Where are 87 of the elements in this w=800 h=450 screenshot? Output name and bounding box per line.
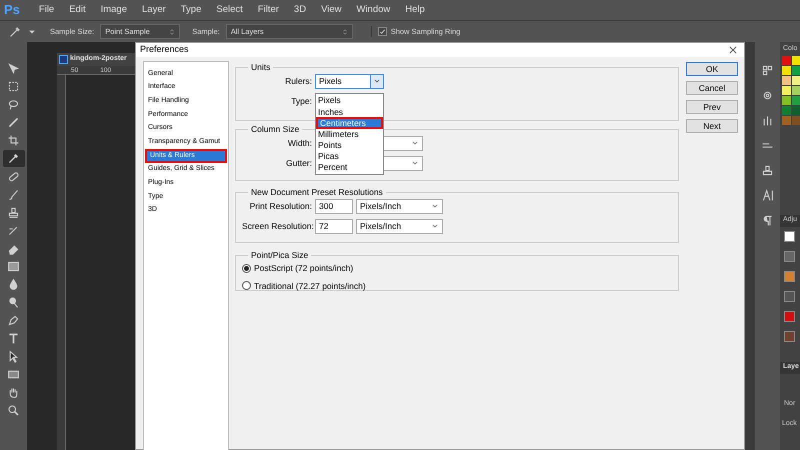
color-swatch[interactable] <box>792 116 800 125</box>
bandage-icon <box>7 170 20 183</box>
group-title: New Document Preset Resolutions <box>250 186 384 199</box>
hand-icon <box>7 386 20 399</box>
field-label: Width: <box>286 136 312 150</box>
color-swatch[interactable] <box>792 106 800 115</box>
color-swatch[interactable] <box>782 76 791 85</box>
menu-item[interactable]: View <box>321 2 342 18</box>
group-title: Column Size <box>250 123 300 136</box>
stamp-icon <box>7 206 20 219</box>
field-label: Rulers: <box>284 74 312 88</box>
color-swatch[interactable] <box>782 96 791 105</box>
pen-nib-icon <box>7 314 20 327</box>
letter-t-icon <box>7 332 20 345</box>
menu-item[interactable]: Select <box>216 2 243 18</box>
menu-item[interactable]: Type <box>180 2 202 18</box>
stamp-icon <box>761 164 774 177</box>
cursor-arrow-icon <box>7 350 20 363</box>
group-title: Units <box>250 61 272 74</box>
dialog-button[interactable]: Cancel <box>686 81 738 95</box>
window-title: Preferences <box>140 43 189 56</box>
tool-button[interactable] <box>2 150 24 167</box>
checkmark-icon <box>378 28 386 36</box>
radio-label: PostScript (72 points/inch) <box>254 262 354 274</box>
menu-item[interactable]: Window <box>356 2 390 18</box>
crop-icon <box>7 134 20 147</box>
search-icon <box>7 404 20 417</box>
color-swatch[interactable] <box>782 56 791 65</box>
dashed-rectangle-icon <box>7 80 20 93</box>
checkbox[interactable] <box>378 27 387 36</box>
eyedropper-icon <box>7 152 20 165</box>
input-field[interactable]: 300 <box>315 198 353 214</box>
dropdown-option[interactable]: Centimeters <box>316 117 383 129</box>
menu-item[interactable]: File <box>38 2 54 18</box>
color-swatch[interactable] <box>792 86 800 95</box>
document-icon <box>59 55 68 64</box>
dropdown-option[interactable]: Picas <box>316 150 383 162</box>
menu-item[interactable]: Image <box>100 2 127 18</box>
magnifier-icon <box>7 296 20 309</box>
color-swatch[interactable] <box>792 56 800 65</box>
color-swatch[interactable] <box>782 106 791 115</box>
field-label: Type: <box>290 94 312 108</box>
dropdown-option[interactable]: Millimeters <box>316 128 383 140</box>
field-label: Screen Resolution: <box>242 220 312 233</box>
spinner-icon <box>342 28 348 36</box>
lasso-icon <box>7 98 20 111</box>
dialog-button[interactable]: OK <box>686 62 738 76</box>
dialog-button[interactable]: Next <box>686 119 738 133</box>
radio-label: Traditional (72.27 points/inch) <box>254 280 366 292</box>
color-swatch[interactable] <box>782 66 791 75</box>
rectangle-icon <box>7 368 20 381</box>
color-swatch[interactable] <box>782 86 791 95</box>
eyedropper-icon <box>8 24 22 38</box>
field-label: Print Resolution: <box>248 200 312 213</box>
spinner-icon <box>169 28 176 36</box>
drop-icon <box>7 278 20 291</box>
menu-item[interactable]: Filter <box>258 2 279 18</box>
menu-item[interactable]: Help <box>405 2 425 18</box>
menu-item[interactable]: Edit <box>69 2 86 18</box>
color-swatch[interactable] <box>792 96 800 105</box>
dialog-button[interactable]: Prev <box>686 100 738 114</box>
dropdown[interactable]: Pixels <box>315 74 384 89</box>
paragraph-icon <box>761 214 774 227</box>
input-field[interactable]: 72 <box>315 218 353 234</box>
color-swatch[interactable] <box>782 116 791 125</box>
field-label: Gutter: <box>285 156 312 170</box>
move-arrow-icon <box>7 62 20 75</box>
radio-button[interactable] <box>242 281 251 290</box>
radio-button[interactable] <box>242 264 251 273</box>
dropdown-option[interactable]: Points <box>316 140 383 151</box>
caret-icon <box>28 28 36 36</box>
dropdown-option[interactable]: Inches <box>316 106 383 118</box>
group-title: Point/Pica Size <box>250 249 310 262</box>
gradient-square-icon <box>7 260 20 273</box>
dropdown-option[interactable]: Pixels <box>316 95 383 106</box>
menu-item[interactable]: 3D <box>294 2 306 18</box>
dropdown[interactable]: Pixels/Inch <box>356 198 443 214</box>
color-swatch[interactable] <box>792 66 800 75</box>
close-icon <box>728 45 738 55</box>
color-swatch[interactable] <box>792 76 800 85</box>
letter-a-icon <box>761 189 774 202</box>
app-logo: Ps <box>4 1 20 20</box>
dropdown[interactable]: Pixels/Inch <box>356 218 443 234</box>
menu-item[interactable]: Layer <box>142 2 166 18</box>
brush-stroke-icon <box>7 116 20 129</box>
dropdown-option[interactable]: Percent <box>316 162 383 174</box>
adjustment-icon[interactable] <box>784 231 795 242</box>
